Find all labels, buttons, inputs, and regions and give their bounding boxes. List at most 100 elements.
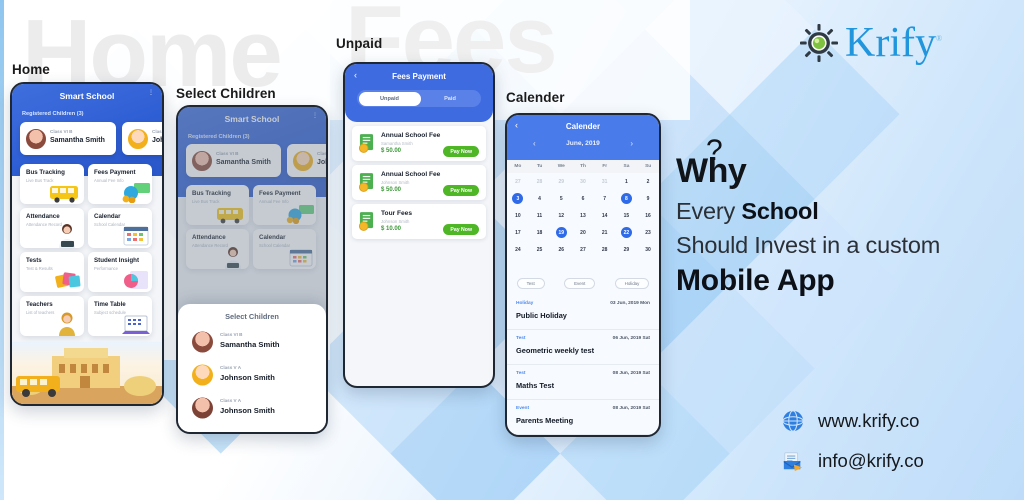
pay-now-button[interactable]: Pay Now <box>443 224 479 235</box>
calendar-day[interactable]: 19 <box>550 224 572 241</box>
calendar-day[interactable]: 8 <box>616 190 638 207</box>
tab-paid[interactable]: Paid <box>419 92 481 106</box>
tile-student-insight[interactable]: Student Insight Performance <box>88 252 152 292</box>
calendar-day[interactable]: 20 <box>572 224 594 241</box>
calendar-day[interactable]: 13 <box>572 207 594 224</box>
calendar-day[interactable]: 17 <box>507 224 529 241</box>
event-date: 06 Jun, 2019 Sat <box>612 336 650 341</box>
contact-email[interactable]: info@krify.co <box>782 450 924 472</box>
calendar-day[interactable]: 27 <box>572 241 594 258</box>
day-headers: Mo Tu We Th Fr Sa Su <box>507 160 659 173</box>
contact-website[interactable]: www.krify.co <box>782 410 919 432</box>
headline-why: Why ? <box>676 134 747 190</box>
calendar-day[interactable]: 26 <box>550 241 572 258</box>
list-item[interactable]: Class V A Johnson Smith <box>192 362 314 388</box>
calendar-day[interactable]: 1 <box>616 173 638 190</box>
calendar-day[interactable]: 4 <box>529 190 551 207</box>
calendar-day[interactable]: 6 <box>572 190 594 207</box>
event-row[interactable]: Test 08 Jun, 2019 Sat Maths Test <box>507 365 659 400</box>
question-mark: ? <box>706 134 723 167</box>
calendar-day[interactable]: 31 <box>594 173 616 190</box>
email-text: info@krify.co <box>818 450 924 471</box>
tile-title: Fees Payment <box>94 169 136 176</box>
chip-event[interactable]: Event <box>564 277 596 289</box>
child-card[interactable]: Class V A Johnson Smith <box>122 122 162 155</box>
event-row[interactable]: Test 06 Jun, 2019 Sat Geometric weekly t… <box>507 330 659 365</box>
calendar-day[interactable]: 28 <box>529 173 551 190</box>
list-item[interactable]: Class V A Johnson Smith <box>192 395 314 421</box>
event-row[interactable]: Holiday 03 Jun, 2019 Mon Public Holiday <box>507 295 659 330</box>
list-item[interactable]: Class VI B Samantha Smith <box>192 329 314 355</box>
child-card[interactable]: Class VI B Samantha Smith <box>20 122 116 155</box>
headline-line-2: Should Invest in a custom <box>676 232 941 258</box>
calendar-day[interactable]: 21 <box>594 224 616 241</box>
tile-fees-payment[interactable]: Fees Payment Annual Fee Info <box>88 164 152 204</box>
tile-calendar[interactable]: Calendar School Calendar <box>88 208 152 248</box>
select-children-sheet: Select Children Class VI B Samantha Smit… <box>178 304 326 432</box>
fee-row[interactable]: Annual School Fee Johnson Smith $ 50.00 … <box>352 165 486 200</box>
pay-now-button[interactable]: Pay Now <box>443 146 479 157</box>
event-date: 08 Jun, 2019 Sat <box>612 406 650 411</box>
tile-bus-tracking[interactable]: Bus Tracking Live Bus Track <box>20 164 84 204</box>
chip-holiday[interactable]: Holiday <box>614 277 650 289</box>
event-name: Public Holiday <box>516 311 567 320</box>
calendar-screen: ‹ Calender ‹ June, 2019 › Mo Tu We Th Fr… <box>507 115 659 435</box>
mail-icon <box>783 452 803 472</box>
poster-canvas: Home Fees Home Select Children Unpaid Ca… <box>0 0 1024 500</box>
day-header: Fr <box>602 164 608 169</box>
day-header: Mo <box>514 164 522 169</box>
phone-select-children: Smart School ⋮ Registered Children (3) C… <box>176 105 328 434</box>
tab-unpaid[interactable]: Unpaid <box>358 91 421 106</box>
calendar-day[interactable]: 22 <box>616 224 638 241</box>
child-class: Class V A <box>220 398 242 403</box>
next-month-icon[interactable]: › <box>630 139 633 148</box>
day-header: We <box>557 164 565 169</box>
tile-time-table[interactable]: Time Table Subject schedule <box>88 296 152 336</box>
teacher-icon <box>59 312 75 336</box>
calendar-day[interactable]: 28 <box>594 241 616 258</box>
calendar-day[interactable]: 11 <box>529 207 551 224</box>
invoice-icon <box>359 212 374 231</box>
fee-amount: $ 50.00 <box>381 187 402 193</box>
trademark-symbol: ® <box>935 34 943 43</box>
calendar-day[interactable]: 30 <box>572 173 594 190</box>
fee-row[interactable]: Annual School Fee Samantha Smith $ 50.00… <box>352 126 486 161</box>
tile-attendance[interactable]: Attendance Attendance Record <box>20 208 84 248</box>
child-class: Class VI B <box>50 129 73 134</box>
calendar-day[interactable]: 9 <box>637 190 659 207</box>
event-row[interactable]: Event 08 Jun, 2019 Sat Parents Meeting <box>507 400 659 435</box>
tile-teachers[interactable]: Teachers List of teachers <box>20 296 84 336</box>
calendar-day[interactable]: 23 <box>637 224 659 241</box>
invoice-icon <box>359 134 374 153</box>
calendar-day[interactable]: 27 <box>507 173 529 190</box>
calendar-day[interactable]: 16 <box>637 207 659 224</box>
calendar-day[interactable]: 15 <box>616 207 638 224</box>
calendar-day[interactable]: 5 <box>550 190 572 207</box>
calendar-day[interactable]: 30 <box>637 241 659 258</box>
calendar-grid: 27 28 29 30 31 1 2 3 4 5 6 7 8 9 10 11 12 13 14 15 16 17 18 19 2… <box>507 173 659 258</box>
avatar <box>192 397 213 419</box>
calendar-day[interactable]: 2 <box>637 173 659 190</box>
overflow-menu-icon[interactable]: ⋮ <box>148 90 154 95</box>
calendar-day[interactable]: 29 <box>550 173 572 190</box>
calendar-day[interactable]: 12 <box>550 207 572 224</box>
tile-tests[interactable]: Tests Test & Results <box>20 252 84 292</box>
sheet-title: Select Children <box>225 312 279 321</box>
calendar-day[interactable]: 25 <box>529 241 551 258</box>
pay-now-button[interactable]: Pay Now <box>443 185 479 196</box>
calendar-day[interactable]: 7 <box>594 190 616 207</box>
chip-test[interactable]: Test <box>516 277 545 289</box>
calendar-day[interactable]: 24 <box>507 241 529 258</box>
calendar-day[interactable]: 10 <box>507 207 529 224</box>
caption-home: Home <box>12 62 50 77</box>
current-month: June, 2019 <box>566 140 600 147</box>
calendar-day[interactable]: 18 <box>529 224 551 241</box>
fee-row[interactable]: Tour Fees Johnson Smith $ 10.00 Pay Now <box>352 204 486 239</box>
calendar-day[interactable]: 14 <box>594 207 616 224</box>
tile-title: Calendar <box>94 213 121 220</box>
calendar-day[interactable]: 29 <box>616 241 638 258</box>
calendar-day[interactable]: 3 <box>507 190 529 207</box>
fee-student: Johnson Smith <box>381 180 410 185</box>
event-kind: Test <box>516 336 526 341</box>
event-name: Geometric weekly test <box>516 346 595 355</box>
